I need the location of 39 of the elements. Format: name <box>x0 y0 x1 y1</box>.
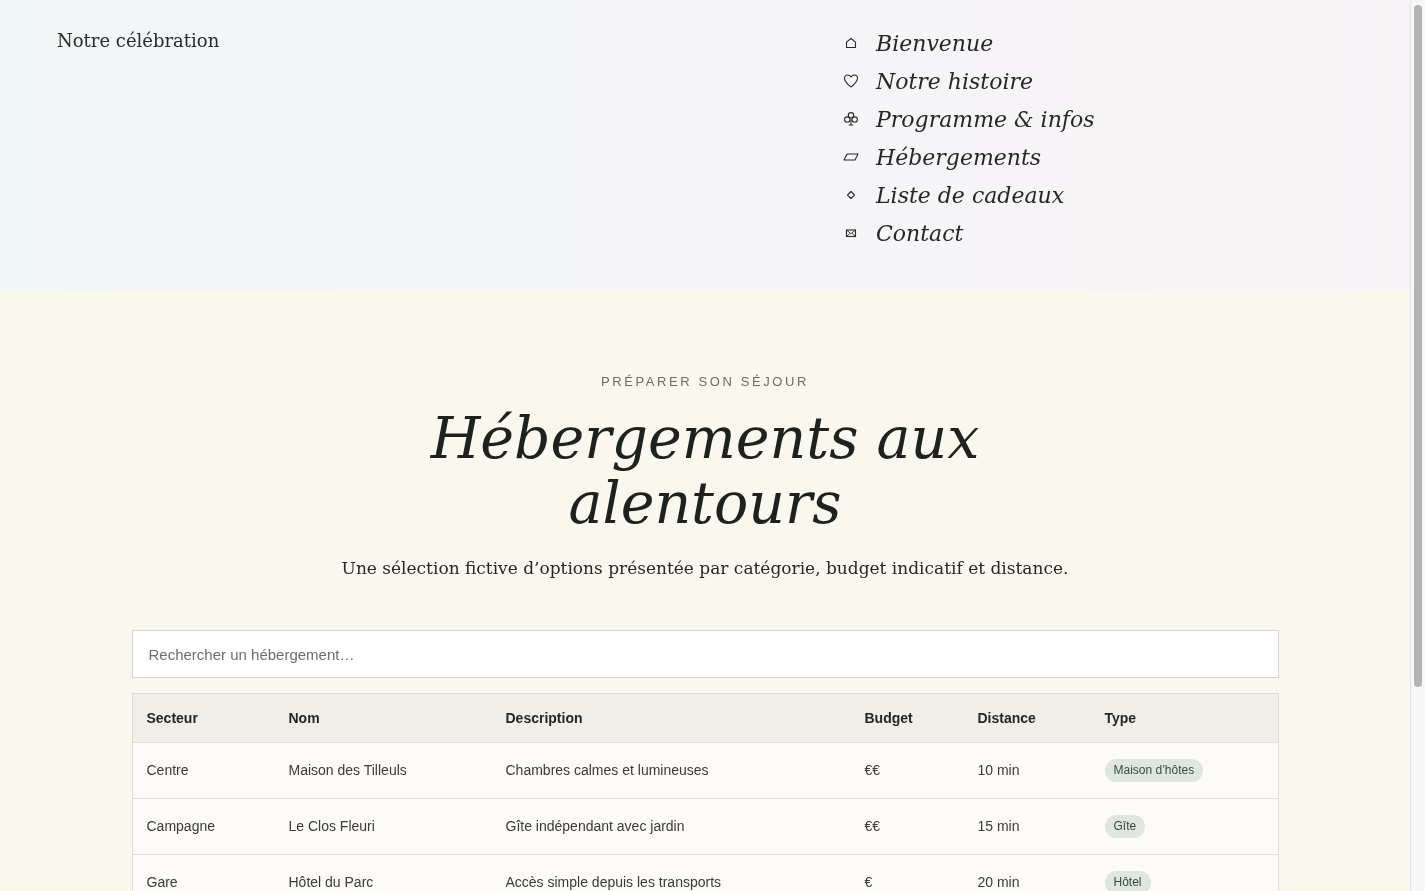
table-cell-text: Accès simple depuis les transports <box>504 873 723 891</box>
table-cell-text: Gîte indépendant avec jardin <box>504 817 686 836</box>
table-cell-text: 10 min <box>976 761 1021 780</box>
column-header: Budget <box>863 708 914 728</box>
eyebrow-label: PRÉPARER SON SÉJOUR <box>600 374 810 390</box>
table-cell-text: €€ <box>863 761 882 780</box>
table-cell-text: Chambres calmes et lumineuses <box>504 761 710 780</box>
column-header: Secteur <box>145 708 199 728</box>
column-header: Distance <box>976 708 1037 728</box>
house-icon <box>843 35 859 51</box>
nav-link[interactable]: Programme & infos <box>843 100 1095 138</box>
nav-link[interactable]: Bienvenue <box>843 24 1095 62</box>
page-title: Hébergements aux alentours <box>429 406 981 536</box>
heart-icon <box>843 73 859 89</box>
table-cell-text: € <box>863 873 874 891</box>
type-tag: Hôtel <box>1104 871 1151 891</box>
site-title: Notre célébration <box>57 30 220 51</box>
table-cell-text: 15 min <box>976 817 1021 836</box>
nav-link[interactable]: Hébergements <box>843 138 1095 176</box>
column-header: Type <box>1103 708 1138 728</box>
table-cell-text: 20 min <box>976 873 1021 891</box>
table-cell-text: Le Clos Fleuri <box>287 817 376 836</box>
page-subtitle: Une sélection fictive d’options présentée par catégorie, budget indicatif et distance. <box>341 557 1069 580</box>
column-header: Description <box>504 708 584 728</box>
table-cell-text: Hôtel du Parc <box>287 873 375 891</box>
table-cell-text: Centre <box>145 761 190 780</box>
table-cell-text: €€ <box>863 817 882 836</box>
type-tag: Maison d’hôtes <box>1104 759 1204 782</box>
scrollbar-thumb[interactable] <box>1414 5 1422 687</box>
nav-link[interactable]: Liste de cadeaux <box>843 176 1095 214</box>
club-icon <box>843 111 859 127</box>
table-cell-text: Maison des Tilleuls <box>287 761 408 780</box>
type-tag: Gîte <box>1104 815 1146 838</box>
nav-link[interactable]: Notre histoire <box>843 62 1095 100</box>
search-field[interactable]: Rechercher un hébergement… <box>131 630 1279 678</box>
nav-link[interactable]: Contact <box>843 214 1095 252</box>
column-header: Nom <box>287 708 321 728</box>
table-cell-text: Gare <box>145 873 179 891</box>
table-cell-text: Campagne <box>145 817 216 836</box>
